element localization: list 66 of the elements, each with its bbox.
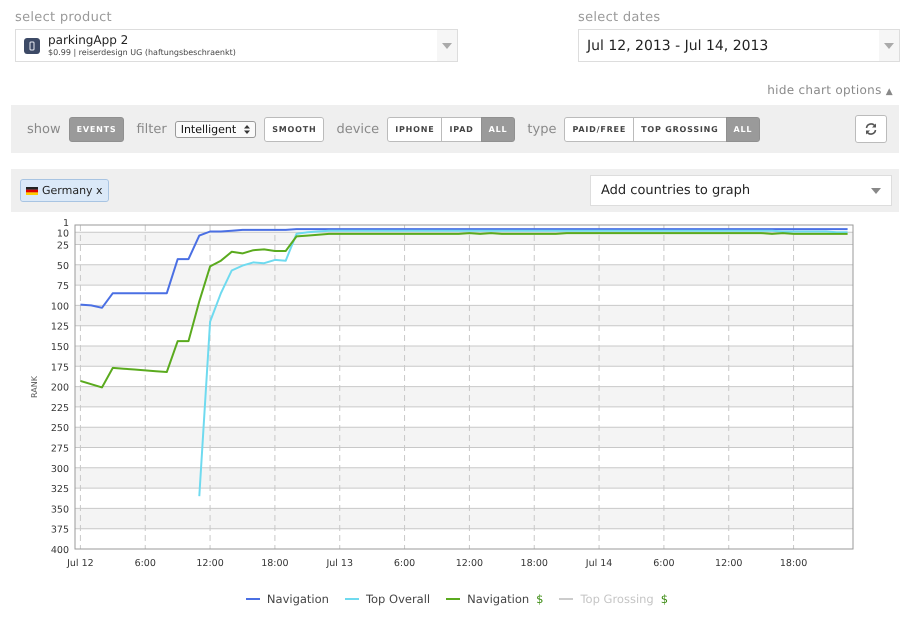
x-tick-label: 18:00 xyxy=(520,558,548,569)
date-range-select[interactable]: Jul 12, 2013 - Jul 14, 2013 xyxy=(578,29,900,62)
y-tick-label: 300 xyxy=(50,464,69,475)
y-tick-label: 25 xyxy=(56,240,69,252)
y-tick-label: 325 xyxy=(50,484,69,496)
legend-label: Top Overall xyxy=(366,592,430,606)
type-option-button[interactable]: PAID/FREE xyxy=(564,116,634,142)
y-tick-label: 150 xyxy=(50,342,69,353)
x-tick-label: 18:00 xyxy=(780,558,808,569)
x-tick-label: 12:00 xyxy=(196,558,224,569)
legend-label: Navigation xyxy=(467,592,530,606)
y-tick-label: 375 xyxy=(50,524,69,536)
legend-item[interactable]: Navigation xyxy=(246,592,329,606)
updown-icon xyxy=(244,124,250,134)
x-tick-label: 12:00 xyxy=(715,558,742,569)
add-countries-select[interactable]: Add countries to graph xyxy=(590,175,892,206)
product-label: select product xyxy=(15,10,113,25)
product-subtitle: $0.99 | reiserdesign UG (haftungsbeschraenkt) xyxy=(48,48,237,57)
refresh-icon xyxy=(864,122,878,136)
legend-item[interactable]: Top Grossing $ xyxy=(559,592,668,606)
y-tick-label: 50 xyxy=(56,260,69,272)
flag-icon xyxy=(26,186,38,194)
y-tick-label: 350 xyxy=(50,504,69,516)
country-tag[interactable]: Germany x xyxy=(20,179,109,202)
product-name: parkingApp 2 xyxy=(48,34,130,48)
x-tick-label: Jul 13 xyxy=(326,558,354,569)
product-select[interactable]: parkingApp 2 $0.99 | reiserdesign UG (haftungsbeschraenkt) xyxy=(15,29,458,62)
caret-icon xyxy=(442,42,452,48)
legend-item[interactable]: Navigation $ xyxy=(446,592,544,606)
type-option-button[interactable]: TOP GROSSING xyxy=(633,116,727,142)
y-tick-label: 175 xyxy=(50,362,69,374)
dates-label: select dates xyxy=(578,10,662,25)
y-tick-label: 10 xyxy=(56,228,69,240)
caret-icon xyxy=(871,188,881,194)
caret-icon xyxy=(884,42,894,48)
x-tick-label: Jul 12 xyxy=(67,558,94,569)
x-tick-label: 6:00 xyxy=(394,558,416,569)
device-option-button[interactable]: IPHONE xyxy=(387,116,442,142)
y-tick-label: 400 xyxy=(50,545,69,556)
x-tick-label: 6:00 xyxy=(653,558,675,569)
y-tick-label: 125 xyxy=(50,322,69,333)
legend-label: Navigation xyxy=(266,592,329,606)
type-label: type xyxy=(527,122,556,136)
hide-chart-options-link[interactable]: hide chart options ▲ xyxy=(767,83,893,97)
x-tick-label: 18:00 xyxy=(261,558,289,569)
device-label: device xyxy=(336,122,380,136)
y-axis-title: RANK xyxy=(30,376,39,398)
filter-dropdown[interactable]: Intelligent xyxy=(174,120,256,138)
y-tick-label: 200 xyxy=(50,382,69,394)
x-tick-label: 12:00 xyxy=(456,558,484,569)
show-label: show xyxy=(27,122,61,136)
y-tick-label: 275 xyxy=(50,444,69,454)
y-tick-label: 225 xyxy=(50,402,69,414)
x-tick-label: 6:00 xyxy=(134,558,156,569)
refresh-button[interactable] xyxy=(855,115,887,143)
smooth-button[interactable]: SMOOTH xyxy=(264,116,324,142)
x-tick-label: Jul 14 xyxy=(586,558,612,569)
legend-label: Top Grossing xyxy=(580,592,654,606)
y-tick-label: 250 xyxy=(50,423,69,434)
device-option-button[interactable]: IPAD xyxy=(441,116,482,142)
y-tick-label: 1 xyxy=(62,218,69,229)
y-tick-label: 100 xyxy=(50,301,69,312)
legend-item[interactable]: Top Overall xyxy=(344,592,430,606)
app-icon xyxy=(24,38,40,54)
y-tick-label: 75 xyxy=(56,281,69,292)
filter-label: filter xyxy=(136,122,167,136)
